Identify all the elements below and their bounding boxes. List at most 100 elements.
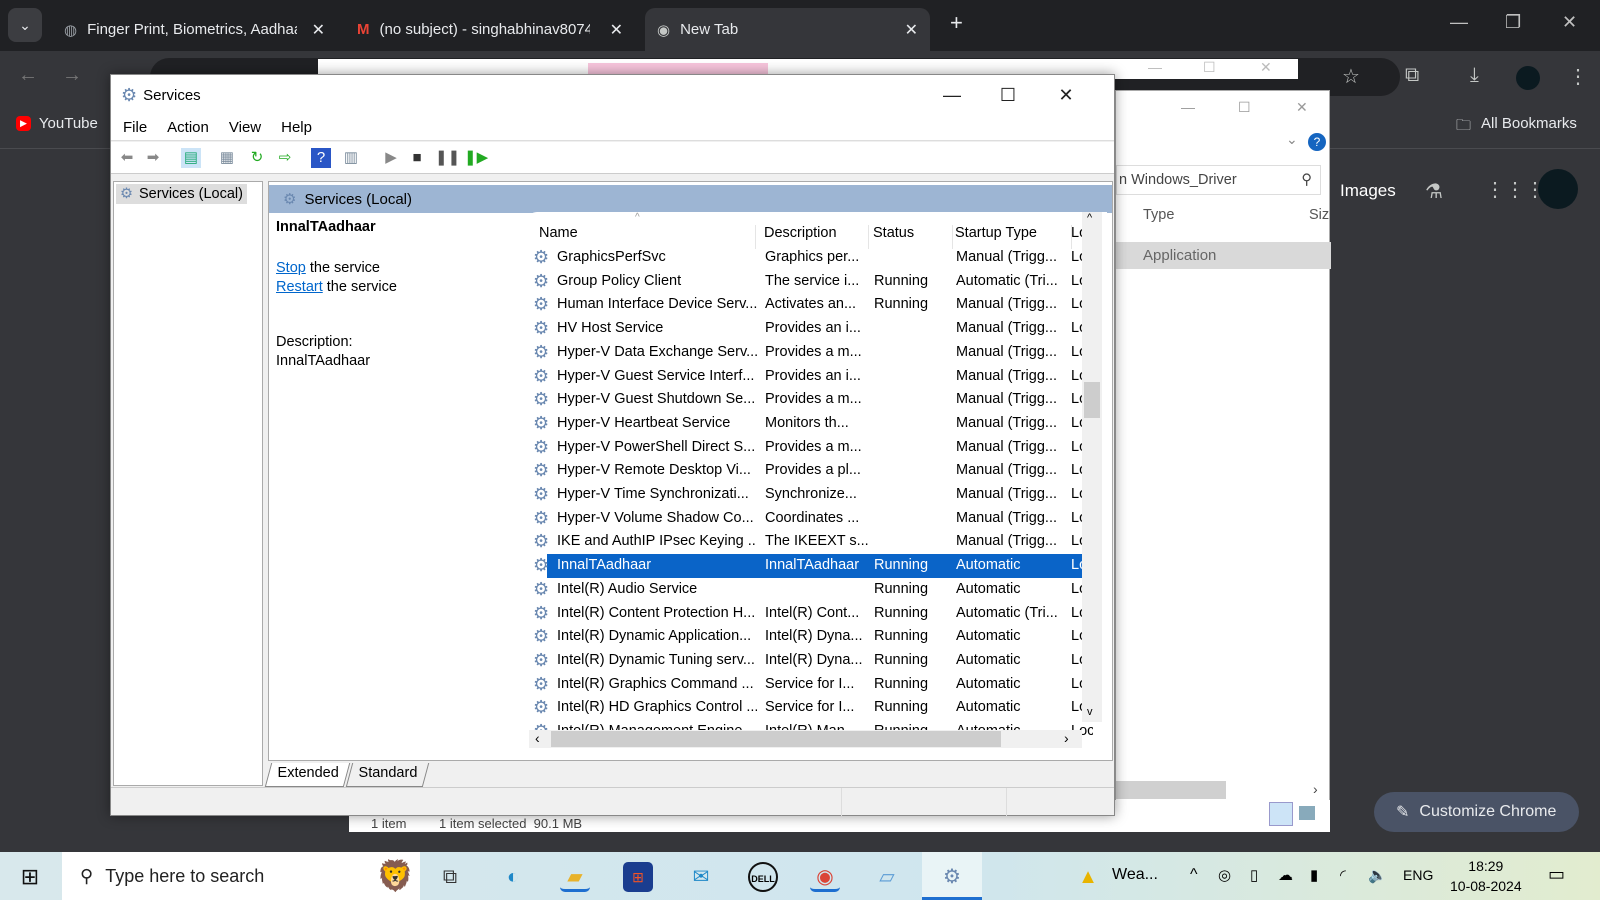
close-tab-icon[interactable]: ✕: [905, 20, 918, 40]
mail-icon[interactable]: ✉: [686, 862, 716, 892]
taskbar-search[interactable]: ⚲ Type here to search 🦁: [62, 852, 420, 900]
tab-new-tab[interactable]: ◉ New Tab ✕: [645, 8, 930, 51]
bookmark-star-icon[interactable]: ☆: [1342, 64, 1360, 89]
minimize-icon[interactable]: —: [1450, 12, 1468, 33]
clock[interactable]: 18:29 10-08-2024: [1450, 856, 1522, 896]
export-list-icon[interactable]: ⇨: [275, 148, 295, 168]
column-size[interactable]: Siz: [1309, 207, 1329, 223]
tab-standard[interactable]: Standard: [346, 763, 430, 787]
service-row[interactable]: ⚙ Hyper-V Guest Shutdown Se... Provides a …: [527, 388, 1093, 412]
close-icon[interactable]: ✕: [1562, 12, 1577, 33]
services-taskbar-button[interactable]: ⚙: [922, 852, 982, 900]
volume-icon[interactable]: 🔈: [1368, 866, 1387, 884]
show-action-pane-icon[interactable]: ▥: [341, 148, 361, 168]
show-hide-console-tree-icon[interactable]: ▤: [181, 148, 201, 168]
service-row[interactable]: ⚙ Group Policy Client The service i... Runn…: [527, 270, 1093, 294]
menu-action[interactable]: Action: [167, 119, 209, 136]
tab-extended[interactable]: Extended: [264, 763, 351, 787]
start-service-icon[interactable]: ▶: [381, 148, 401, 168]
close-button[interactable]: ✕: [1037, 75, 1095, 115]
maximize-button[interactable]: ☐: [979, 75, 1037, 115]
new-tab-button[interactable]: +: [950, 10, 963, 36]
service-row[interactable]: ⚙ HV Host Service Provides an i... Manual (…: [527, 317, 1093, 341]
edge-icon[interactable]: ◐: [498, 862, 528, 892]
minimize-icon[interactable]: —: [1181, 99, 1195, 115]
stop-link[interactable]: Stop: [276, 260, 306, 276]
service-row[interactable]: ⚙ Hyper-V Heartbeat Service Monitors th...…: [527, 412, 1093, 436]
download-icon[interactable]: ⤓: [1470, 64, 1479, 87]
service-row[interactable]: ⚙ IKE and AuthIP IPsec Keying ... The IKEE…: [527, 530, 1093, 554]
menu-help[interactable]: Help: [281, 119, 312, 136]
device-icon[interactable]: ▯: [1250, 866, 1258, 884]
service-row[interactable]: ⚙ Intel(R) HD Graphics Control ... Service…: [527, 696, 1093, 720]
menu-view[interactable]: View: [229, 119, 261, 136]
help-icon[interactable]: ?: [311, 148, 331, 168]
profile-avatar[interactable]: [1516, 66, 1540, 90]
scroll-left-icon[interactable]: ‹: [535, 730, 540, 746]
explorer-hscrollbar[interactable]: [1116, 781, 1226, 799]
fingerprint-icon[interactable]: ◎: [1218, 866, 1231, 884]
battery-icon[interactable]: ▮: [1310, 866, 1318, 884]
scroll-right-icon[interactable]: ›: [1313, 781, 1318, 797]
labs-flask-icon[interactable]: ⚗: [1425, 179, 1443, 204]
service-row[interactable]: ⚙ Hyper-V Time Synchronizati... Synchroniz…: [527, 483, 1093, 507]
hscroll-thumb[interactable]: [551, 731, 1001, 747]
minimize-icon[interactable]: —: [1148, 59, 1162, 75]
back-icon[interactable]: ⬅: [117, 148, 137, 168]
onedrive-warning-icon[interactable]: ☁: [1278, 866, 1293, 884]
service-row[interactable]: ⚙ Intel(R) Graphics Command ... Service fo…: [527, 673, 1093, 697]
store-icon[interactable]: ⊞: [623, 862, 653, 892]
properties-icon[interactable]: ▦: [217, 148, 237, 168]
close-tab-icon[interactable]: ✕: [312, 20, 325, 40]
task-view-icon[interactable]: ⧉: [435, 862, 465, 892]
pause-service-icon[interactable]: ❚❚: [435, 148, 460, 168]
customize-chrome-button[interactable]: ✎ Customize Chrome: [1374, 792, 1579, 832]
restore-icon[interactable]: ❐: [1505, 12, 1521, 33]
stop-service-icon[interactable]: ■: [407, 148, 427, 168]
scroll-thumb[interactable]: [1084, 382, 1100, 418]
restart-link[interactable]: Restart: [276, 279, 323, 295]
tab-finger-print[interactable]: ◍ Finger Print, Biometrics, Aadhaar ✕: [52, 8, 337, 51]
profile-avatar-large[interactable]: [1538, 169, 1578, 209]
chevron-down-icon[interactable]: ⌄: [1286, 131, 1298, 148]
service-row[interactable]: ⚙ Hyper-V Remote Desktop Vi... Provides a …: [527, 459, 1093, 483]
service-row[interactable]: ⚙ GraphicsPerfSvc Graphics per... Manual (T…: [527, 246, 1093, 270]
service-row[interactable]: ⚙ Hyper-V PowerShell Direct S... Provides …: [527, 436, 1093, 460]
explorer-search-input[interactable]: n Windows_Driver ⚲: [1116, 165, 1321, 195]
details-view-icon[interactable]: [1269, 802, 1293, 826]
help-icon[interactable]: ?: [1308, 133, 1326, 151]
maximize-icon[interactable]: ☐: [1238, 99, 1251, 116]
chrome-taskbar-icon[interactable]: ◉: [810, 862, 840, 892]
forward-icon[interactable]: →: [62, 64, 82, 87]
maximize-icon[interactable]: ☐: [1203, 59, 1216, 76]
notifications-icon[interactable]: ▭: [1548, 864, 1565, 885]
close-icon[interactable]: ✕: [1296, 99, 1308, 116]
language-indicator[interactable]: ENG: [1403, 867, 1433, 883]
restart-service-icon[interactable]: ❚▶: [464, 148, 488, 168]
wifi-icon[interactable]: ◜: [1340, 866, 1346, 884]
service-row[interactable]: ⚙ InnalTAadhaar InnalTAadhaar Running Automa…: [527, 554, 1093, 578]
apps-grid-icon[interactable]: ⋮⋮⋮: [1485, 177, 1545, 202]
tab-gmail[interactable]: M (no subject) - singhabhinav8074 ✕: [345, 8, 635, 51]
service-row[interactable]: ⚙ Intel(R) Content Protection H... Intel(R…: [527, 602, 1093, 626]
back-icon[interactable]: ←: [18, 64, 38, 87]
close-tab-icon[interactable]: ✕: [610, 20, 623, 40]
show-hidden-icons[interactable]: ^: [1190, 866, 1198, 884]
menu-file[interactable]: File: [123, 119, 147, 136]
all-bookmarks[interactable]: 🗀 All Bookmarks: [1456, 115, 1577, 140]
scroll-down-icon[interactable]: v: [1087, 706, 1093, 718]
vertical-scrollbar[interactable]: ^ v: [1082, 212, 1102, 722]
bookmark-youtube[interactable]: ▶ YouTube: [16, 115, 98, 132]
menu-icon[interactable]: ⋮: [1568, 64, 1588, 89]
service-row[interactable]: ⚙ Hyper-V Volume Shadow Co... Coordinates …: [527, 507, 1093, 531]
weather-label[interactable]: Wea...: [1112, 866, 1158, 884]
explorer-row[interactable]: Application: [1116, 242, 1331, 269]
forward-icon[interactable]: ➡: [143, 148, 163, 168]
file-explorer-icon[interactable]: ▰: [560, 862, 590, 892]
tab-search-button[interactable]: ⌄: [8, 8, 42, 42]
service-row[interactable]: ⚙ Human Interface Device Serv... Activates…: [527, 293, 1093, 317]
service-row[interactable]: ⚙ Hyper-V Data Exchange Serv... Provides a…: [527, 341, 1093, 365]
horizontal-scrollbar[interactable]: ‹ ›: [529, 730, 1082, 748]
thumbnail-view-icon[interactable]: [1299, 806, 1315, 820]
tree-item-services-local[interactable]: ⚙ Services (Local): [116, 184, 247, 204]
